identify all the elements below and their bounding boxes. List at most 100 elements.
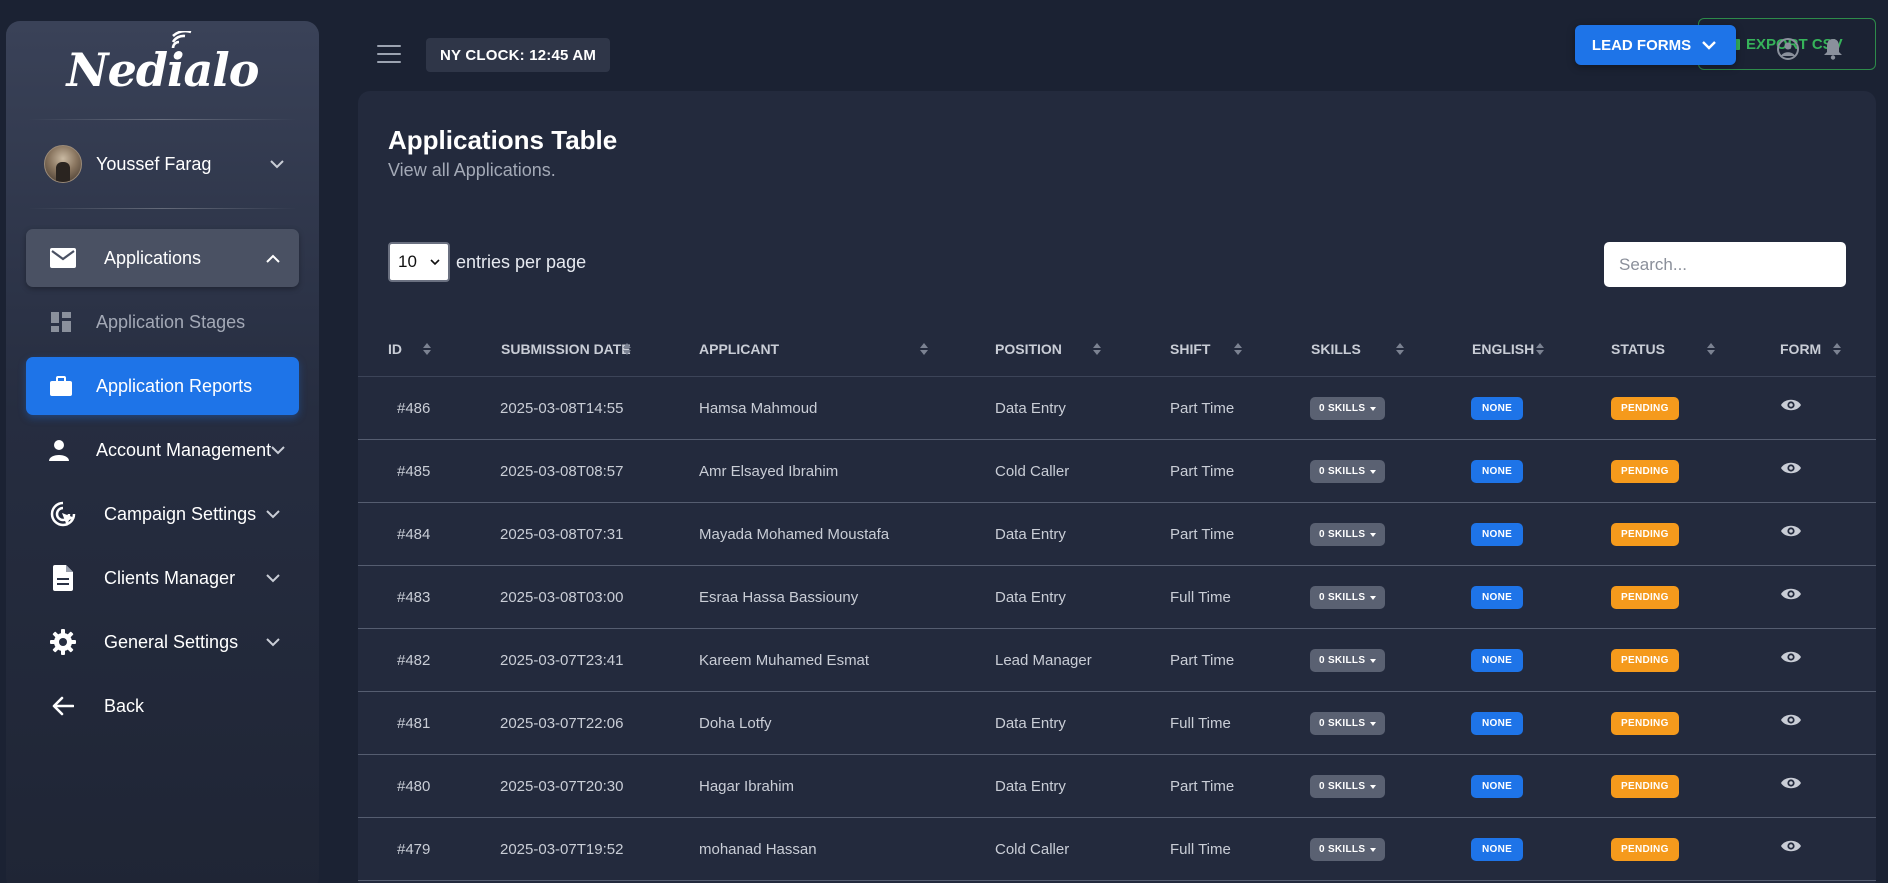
table-row[interactable]: #481 2025-03-07T22:06 Doha Lotfy Data Entry… xyxy=(358,692,1876,755)
cell-english: NONE xyxy=(1471,818,1524,881)
sidebar-item-clients-manager[interactable]: Clients Manager xyxy=(26,549,299,607)
sidebar-item-campaign-settings[interactable]: Campaign Settings xyxy=(26,485,299,543)
user-menu[interactable]: Youssef Farag xyxy=(6,120,319,208)
cell-english: NONE xyxy=(1471,377,1524,440)
skills-badge-label: 0 SKILLS xyxy=(1319,718,1366,729)
sidebar-item-account-management[interactable]: Account Management xyxy=(26,421,299,479)
lead-forms-button[interactable]: LEAD FORMS xyxy=(1575,25,1736,65)
status-badge: PENDING xyxy=(1611,775,1679,798)
table-row[interactable]: #482 2025-03-07T23:41 Kareem Muhamed Esmat… xyxy=(358,629,1876,692)
table-row[interactable]: #480 2025-03-07T20:30 Hagar Ibrahim Data En… xyxy=(358,755,1876,818)
sort-icon[interactable] xyxy=(1396,343,1404,355)
table-row[interactable]: #483 2025-03-08T03:00 Esraa Hassa Bassioun… xyxy=(358,566,1876,629)
eye-icon[interactable] xyxy=(1780,398,1802,412)
column-header-id[interactable]: ID xyxy=(388,321,402,377)
eye-icon[interactable] xyxy=(1780,713,1802,727)
cell-applicant: Esraa Hassa Bassiouny xyxy=(699,589,859,606)
cell-status: PENDING xyxy=(1611,566,1679,629)
skills-dropdown-badge[interactable]: 0 SKILLS xyxy=(1310,397,1386,420)
chevron-down-icon xyxy=(1699,35,1719,55)
cell-form xyxy=(1780,629,1802,692)
eye-icon[interactable] xyxy=(1780,839,1802,853)
table-row[interactable]: #486 2025-03-08T14:55 Hamsa Mahmoud Data En… xyxy=(358,377,1876,440)
entries-select[interactable]: 10 xyxy=(388,242,450,282)
table-row[interactable]: #484 2025-03-08T07:31 Mayada Mohamed Moust… xyxy=(358,503,1876,566)
status-badge: PENDING xyxy=(1611,712,1679,735)
cell-form xyxy=(1780,818,1802,881)
sort-icon[interactable] xyxy=(423,343,431,355)
ny-clock: NY CLOCK: 12:45 AM xyxy=(426,38,611,72)
column-header-status[interactable]: STATUS xyxy=(1611,321,1665,377)
skills-dropdown-badge[interactable]: 0 SKILLS xyxy=(1310,775,1386,798)
skills-dropdown-badge[interactable]: 0 SKILLS xyxy=(1310,649,1386,672)
english-badge: NONE xyxy=(1471,775,1524,798)
caret-down-icon xyxy=(1370,469,1377,474)
skills-dropdown-badge[interactable]: 0 SKILLS xyxy=(1310,523,1386,546)
eye-icon[interactable] xyxy=(1780,461,1802,475)
cell-form xyxy=(1780,755,1802,818)
skills-dropdown-badge[interactable]: 0 SKILLS xyxy=(1310,712,1386,735)
skills-dropdown-badge[interactable]: 0 SKILLS xyxy=(1310,460,1386,483)
sort-icon[interactable] xyxy=(1707,343,1715,355)
sort-icon[interactable] xyxy=(1234,343,1242,355)
eye-icon[interactable] xyxy=(1780,524,1802,538)
cell-status: PENDING xyxy=(1611,503,1679,566)
sidebar-item-label: Clients Manager xyxy=(104,567,236,588)
cell-shift: Full Time xyxy=(1170,589,1231,606)
chevron-down-icon xyxy=(263,568,283,588)
english-badge: NONE xyxy=(1471,712,1524,735)
sort-icon[interactable] xyxy=(623,343,631,355)
person-icon xyxy=(48,439,70,461)
cell-form xyxy=(1780,503,1802,566)
status-badge: PENDING xyxy=(1611,586,1679,609)
column-header-skills[interactable]: SKILLS xyxy=(1311,321,1361,377)
sidebar-item-general-settings[interactable]: General Settings xyxy=(26,613,299,671)
chevron-down-icon xyxy=(267,154,287,174)
cell-english: NONE xyxy=(1471,629,1524,692)
skills-dropdown-badge[interactable]: 0 SKILLS xyxy=(1310,586,1386,609)
column-header-submission-date[interactable]: SUBMISSION DATE xyxy=(501,321,631,377)
cell-skills: 0 SKILLS xyxy=(1310,440,1386,503)
cell-id: #480 xyxy=(397,778,431,795)
cell-applicant: Doha Lotfy xyxy=(699,715,772,732)
table-row[interactable]: #485 2025-03-08T08:57 Amr Elsayed Ibrahim C… xyxy=(358,440,1876,503)
skills-dropdown-badge[interactable]: 0 SKILLS xyxy=(1310,838,1386,861)
lead-forms-label: LEAD FORMS xyxy=(1591,36,1692,54)
menu-toggle-button[interactable] xyxy=(377,45,401,63)
arrow-left-icon xyxy=(48,696,78,716)
user-circle-icon[interactable] xyxy=(1777,38,1799,65)
hamburger-line xyxy=(377,45,401,47)
sidebar-item-application-stages[interactable]: Application Stages xyxy=(26,293,299,351)
eye-icon[interactable] xyxy=(1780,776,1802,790)
table-row[interactable]: #479 2025-03-07T19:52 mohanad Hassan Cold C… xyxy=(358,818,1876,881)
sidebar-item-application-reports[interactable]: Application Reports xyxy=(26,357,299,415)
eye-icon[interactable] xyxy=(1780,587,1802,601)
cell-position: Cold Caller xyxy=(995,841,1070,858)
brand-logo[interactable]: Nedialo xyxy=(6,21,319,119)
column-header-shift[interactable]: SHIFT xyxy=(1170,321,1210,377)
sort-icon[interactable] xyxy=(1833,343,1841,355)
skills-badge-label: 0 SKILLS xyxy=(1319,529,1366,540)
cell-id: #481 xyxy=(397,715,431,732)
sort-icon[interactable] xyxy=(1536,343,1544,355)
bell-icon[interactable] xyxy=(1823,38,1843,65)
skills-badge-label: 0 SKILLS xyxy=(1319,592,1366,603)
column-header-english[interactable]: ENGLISH xyxy=(1472,321,1534,377)
eye-icon[interactable] xyxy=(1780,650,1802,664)
column-header-form[interactable]: FORM xyxy=(1780,321,1821,377)
sort-icon[interactable] xyxy=(920,343,928,355)
cell-id: #486 xyxy=(397,400,431,417)
search-input[interactable] xyxy=(1604,242,1846,287)
status-badge: PENDING xyxy=(1611,838,1679,861)
cell-english: NONE xyxy=(1471,755,1524,818)
column-header-applicant[interactable]: APPLICANT xyxy=(699,321,779,377)
english-badge: NONE xyxy=(1471,586,1524,609)
sidebar-item-applications[interactable]: Applications xyxy=(26,229,299,287)
sort-icon[interactable] xyxy=(1093,343,1101,355)
table-header: ID SUBMISSION DATE APPLICANT POSITION SH… xyxy=(358,321,1876,377)
cell-skills: 0 SKILLS xyxy=(1310,503,1386,566)
cell-position: Data Entry xyxy=(995,526,1066,543)
column-header-position[interactable]: POSITION xyxy=(995,321,1062,377)
sidebar-item-back[interactable]: Back xyxy=(26,677,299,735)
caret-down-icon xyxy=(1370,406,1377,411)
